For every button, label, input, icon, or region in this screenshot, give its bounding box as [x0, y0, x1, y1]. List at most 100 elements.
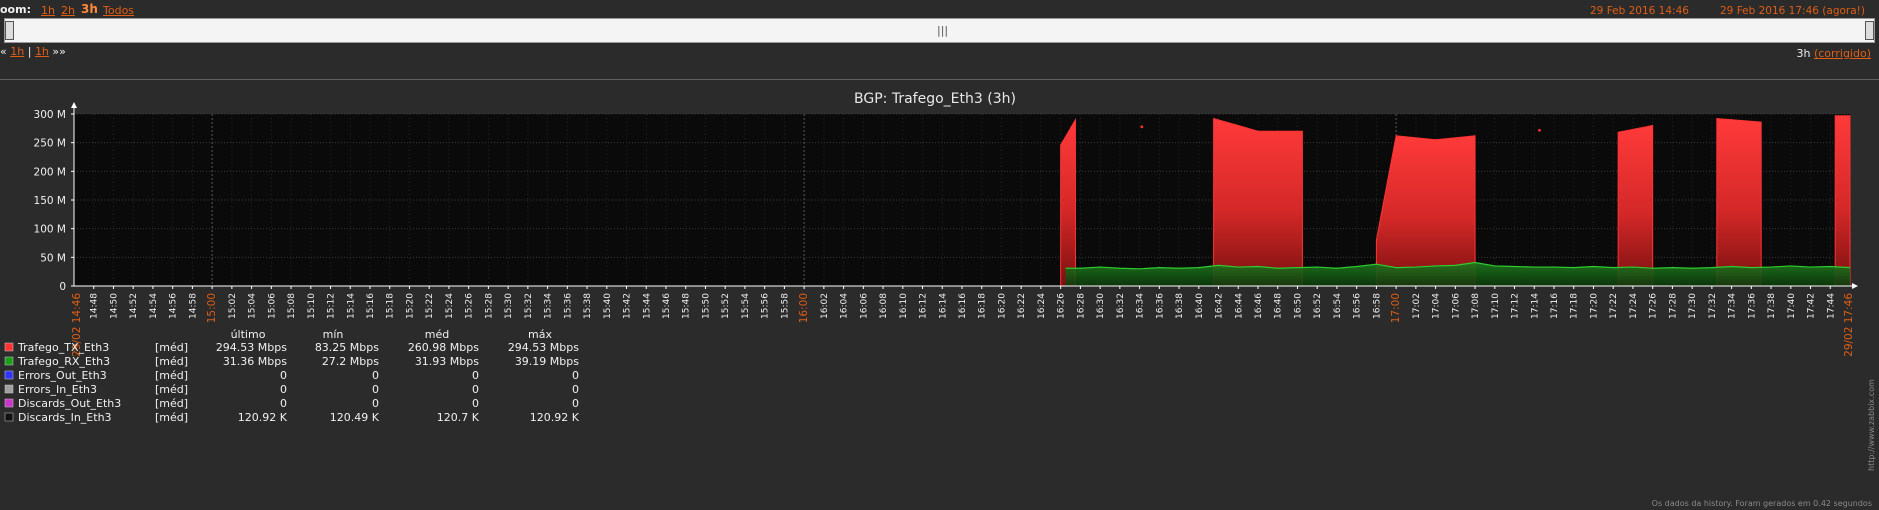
nav-back-arrow[interactable]: « — [0, 45, 7, 58]
x-tick-label: 15:38 — [583, 293, 593, 319]
legend-item-name: Errors_In_Eth3 — [18, 383, 97, 396]
x-tick-label: 17:36 — [1747, 293, 1757, 319]
x-tick-label: 15:50 — [701, 293, 711, 319]
x-tick-label: 17:12 — [1511, 293, 1521, 319]
nav-back-1h[interactable]: 1h — [10, 45, 24, 58]
x-tick-label: 17:42 — [1807, 293, 1817, 319]
tx-area-segment — [1716, 118, 1762, 287]
x-tick-label: 16:10 — [899, 293, 909, 319]
x-tick-label: 15:20 — [405, 293, 415, 319]
range-end: 29 Feb 2016 17:46 (agora!) — [1720, 5, 1865, 17]
x-tick-label: 16:08 — [879, 293, 889, 319]
tx-area-segment — [1060, 117, 1076, 287]
x-tick-label: 17:10 — [1491, 293, 1501, 319]
x-tick-label: 15:30 — [504, 293, 514, 319]
zoom-3h-active[interactable]: 3h — [81, 2, 98, 16]
legend-item-value: 0 — [472, 383, 479, 396]
x-tick-label: 15:52 — [721, 293, 731, 319]
x-tick-label: 14:50 — [109, 293, 119, 319]
legend-item-func: [méd] — [155, 341, 188, 354]
x-tick-label: 15:46 — [662, 293, 672, 319]
y-tick-label: 300 M — [34, 109, 66, 121]
x-tick-label: 17:44 — [1826, 293, 1836, 319]
x-tick-label: 16:06 — [859, 293, 869, 319]
x-tick-label: 15:18 — [386, 293, 396, 319]
legend-item-value: 294.53 Mbps — [216, 341, 287, 354]
x-tick-label: 15:00 — [206, 293, 218, 323]
x-tick-label: 17:24 — [1629, 293, 1639, 319]
x-tick-label: 14:56 — [169, 293, 179, 319]
x-tick-label: 17:14 — [1530, 293, 1540, 319]
x-tick-label: 15:44 — [642, 293, 652, 319]
x-tick-label: 14:52 — [129, 293, 139, 319]
x-tick-label: 16:46 — [1254, 293, 1264, 319]
nav-fwd-arrow[interactable]: »» — [52, 45, 65, 58]
x-tick-label: 15:02 — [228, 293, 238, 319]
x-tick-label: 16:02 — [820, 293, 830, 319]
nav-fwd-1h[interactable]: 1h — [35, 45, 49, 58]
x-tick-label: 15:22 — [425, 293, 435, 319]
x-tick-label: 17:02 — [1412, 293, 1422, 319]
x-tick-label: 17:28 — [1668, 293, 1678, 319]
legend-item-value: 0 — [372, 383, 379, 396]
legend-item-value: 260.98 Mbps — [408, 341, 479, 354]
x-tick-label: 17:30 — [1688, 293, 1698, 319]
legend-item-func: [méd] — [155, 369, 188, 382]
legend-swatch — [4, 370, 14, 380]
x-tick-label: 16:58 — [1372, 293, 1382, 319]
x-tick-label: 17:38 — [1767, 293, 1777, 319]
x-tick-label: 15:16 — [366, 293, 376, 319]
footer-note: Os dados da history. Foram gerados em 0.… — [1652, 499, 1872, 508]
zoom-bar: oom: 1h 2h 3h Todos 29 Feb 2016 14:46 29… — [0, 0, 1879, 17]
legend-item-func: [méd] — [155, 397, 188, 410]
legend-item-value: 0 — [572, 369, 579, 382]
x-tick-label: 16:24 — [1037, 293, 1047, 319]
scroll-right-handle[interactable] — [1865, 21, 1874, 40]
x-tick-label: 15:40 — [603, 293, 613, 319]
chart-title: BGP: Trafego_Eth3 (3h) — [854, 91, 1016, 107]
legend-item-func: [méd] — [155, 411, 188, 424]
x-tick-label: 17:06 — [1451, 293, 1461, 319]
x-tick-label: 16:36 — [1155, 293, 1165, 319]
x-tick-label: 16:26 — [1057, 293, 1067, 319]
divider — [0, 79, 1879, 80]
fixed-toggle[interactable]: (corrigido) — [1814, 47, 1871, 60]
legend-item-value: 0 — [572, 397, 579, 410]
scroll-left-handle[interactable] — [5, 21, 14, 40]
zoom-1h-link[interactable]: 1h — [41, 4, 55, 17]
x-tick-label: 15:32 — [524, 293, 534, 319]
legend-item-func: [méd] — [155, 383, 188, 396]
zoom-all-link[interactable]: Todos — [103, 4, 134, 17]
x-tick-label: 17:22 — [1609, 293, 1619, 319]
x-tick-label: 15:36 — [563, 293, 573, 319]
legend-item-value: 0 — [280, 383, 287, 396]
x-tick-label: 15:24 — [445, 293, 455, 319]
legend-item-name: Errors_Out_Eth3 — [18, 369, 107, 382]
legend-item-value: 0 — [372, 397, 379, 410]
legend-item-value: 294.53 Mbps — [508, 341, 579, 354]
period-scrollbar[interactable]: ||| — [4, 18, 1875, 43]
side-url: http://www.zabbix.com — [1867, 379, 1876, 471]
x-tick-label: 16:28 — [1076, 293, 1086, 319]
x-tick-label: 17:04 — [1432, 293, 1442, 319]
legend-item-value: 31.36 Mbps — [223, 355, 287, 368]
x-tick-label: 16:44 — [1234, 293, 1244, 319]
x-tick-label: 16:20 — [997, 293, 1007, 319]
x-tick-label: 16:18 — [978, 293, 988, 319]
x-axis-arrow — [1852, 283, 1858, 289]
legend-item-value: 39.19 Mbps — [515, 355, 579, 368]
legend-item-value: 0 — [472, 369, 479, 382]
legend-header: último — [231, 328, 266, 341]
x-tick-label: 15:10 — [307, 293, 317, 319]
zoom-2h-link[interactable]: 2h — [61, 4, 75, 17]
scroll-grip[interactable]: ||| — [937, 25, 948, 37]
x-tick-label: 15:06 — [267, 293, 277, 319]
x-tick-label: 17:32 — [1708, 293, 1718, 319]
x-tick-label: 15:34 — [544, 293, 554, 319]
x-tick-label: 17:34 — [1728, 293, 1738, 319]
legend-item-value: 0 — [372, 369, 379, 382]
x-tick-label: 16:14 — [938, 293, 948, 319]
x-tick-label: 15:58 — [780, 293, 790, 319]
x-tick-label: 16:32 — [1116, 293, 1126, 319]
legend-item-value: 120.49 K — [330, 411, 380, 424]
